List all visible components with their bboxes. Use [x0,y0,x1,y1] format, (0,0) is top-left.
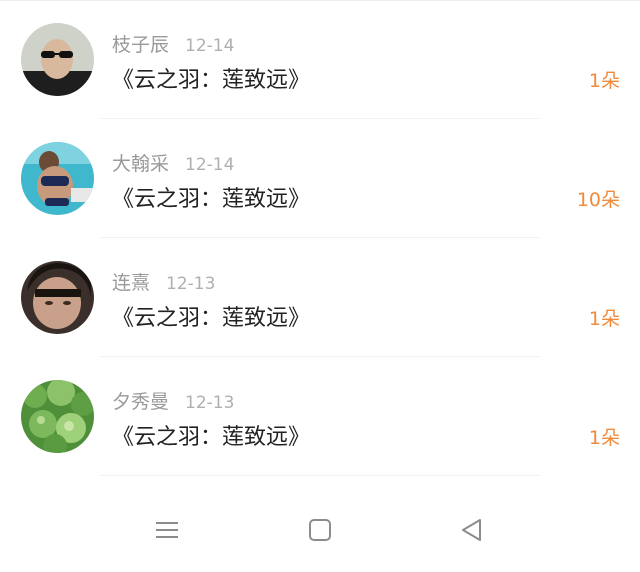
home-square-icon [308,518,332,546]
gift-count: 1朵 [588,308,620,330]
item-date: 12-13 [166,274,216,294]
user-name[interactable]: 连熹 [112,272,150,294]
menu-icon [155,520,179,544]
item-date: 12-13 [185,393,235,413]
menu-button[interactable] [147,516,187,548]
gift-title: 《云之羽：莲致远》 [112,425,311,450]
gift-title: 《云之羽：莲致远》 [112,306,311,331]
item-meta: 连熹 12-13 [112,268,216,294]
gift-list: 枝子辰 12-14 《云之羽：莲致远》 1朵 大翰采 12-14 《云之羽：莲致远》… [0,0,640,476]
row-divider [100,475,540,476]
item-meta: 夕秀曼 12-13 [112,387,235,413]
item-meta: 枝子辰 12-14 [112,30,235,56]
list-item[interactable]: 枝子辰 12-14 《云之羽：莲致远》 1朵 [0,0,640,119]
avatar[interactable] [21,142,94,215]
system-navigation-bar [0,496,640,572]
avatar[interactable] [21,261,94,334]
avatar[interactable] [21,380,94,453]
gift-title: 《云之羽：莲致远》 [112,187,311,212]
list-item[interactable]: 连熹 12-13 《云之羽：莲致远》 1朵 [0,238,640,357]
list-item[interactable]: 大翰采 12-14 《云之羽：莲致远》 10朵 [0,119,640,238]
item-date: 12-14 [185,155,235,175]
user-name[interactable]: 夕秀曼 [112,391,169,413]
gift-title: 《云之羽：莲致远》 [112,68,311,93]
gift-count: 1朵 [588,70,620,92]
back-button[interactable] [452,516,492,548]
user-name[interactable]: 枝子辰 [112,34,169,56]
avatar[interactable] [21,23,94,96]
item-date: 12-14 [185,36,235,56]
gift-count: 1朵 [588,427,620,449]
list-item[interactable]: 夕秀曼 12-13 《云之羽：莲致远》 1朵 [0,357,640,476]
gift-count: 10朵 [576,189,620,211]
back-triangle-icon [460,518,484,546]
item-meta: 大翰采 12-14 [112,149,235,175]
user-name[interactable]: 大翰采 [112,153,169,175]
home-button[interactable] [300,516,340,548]
